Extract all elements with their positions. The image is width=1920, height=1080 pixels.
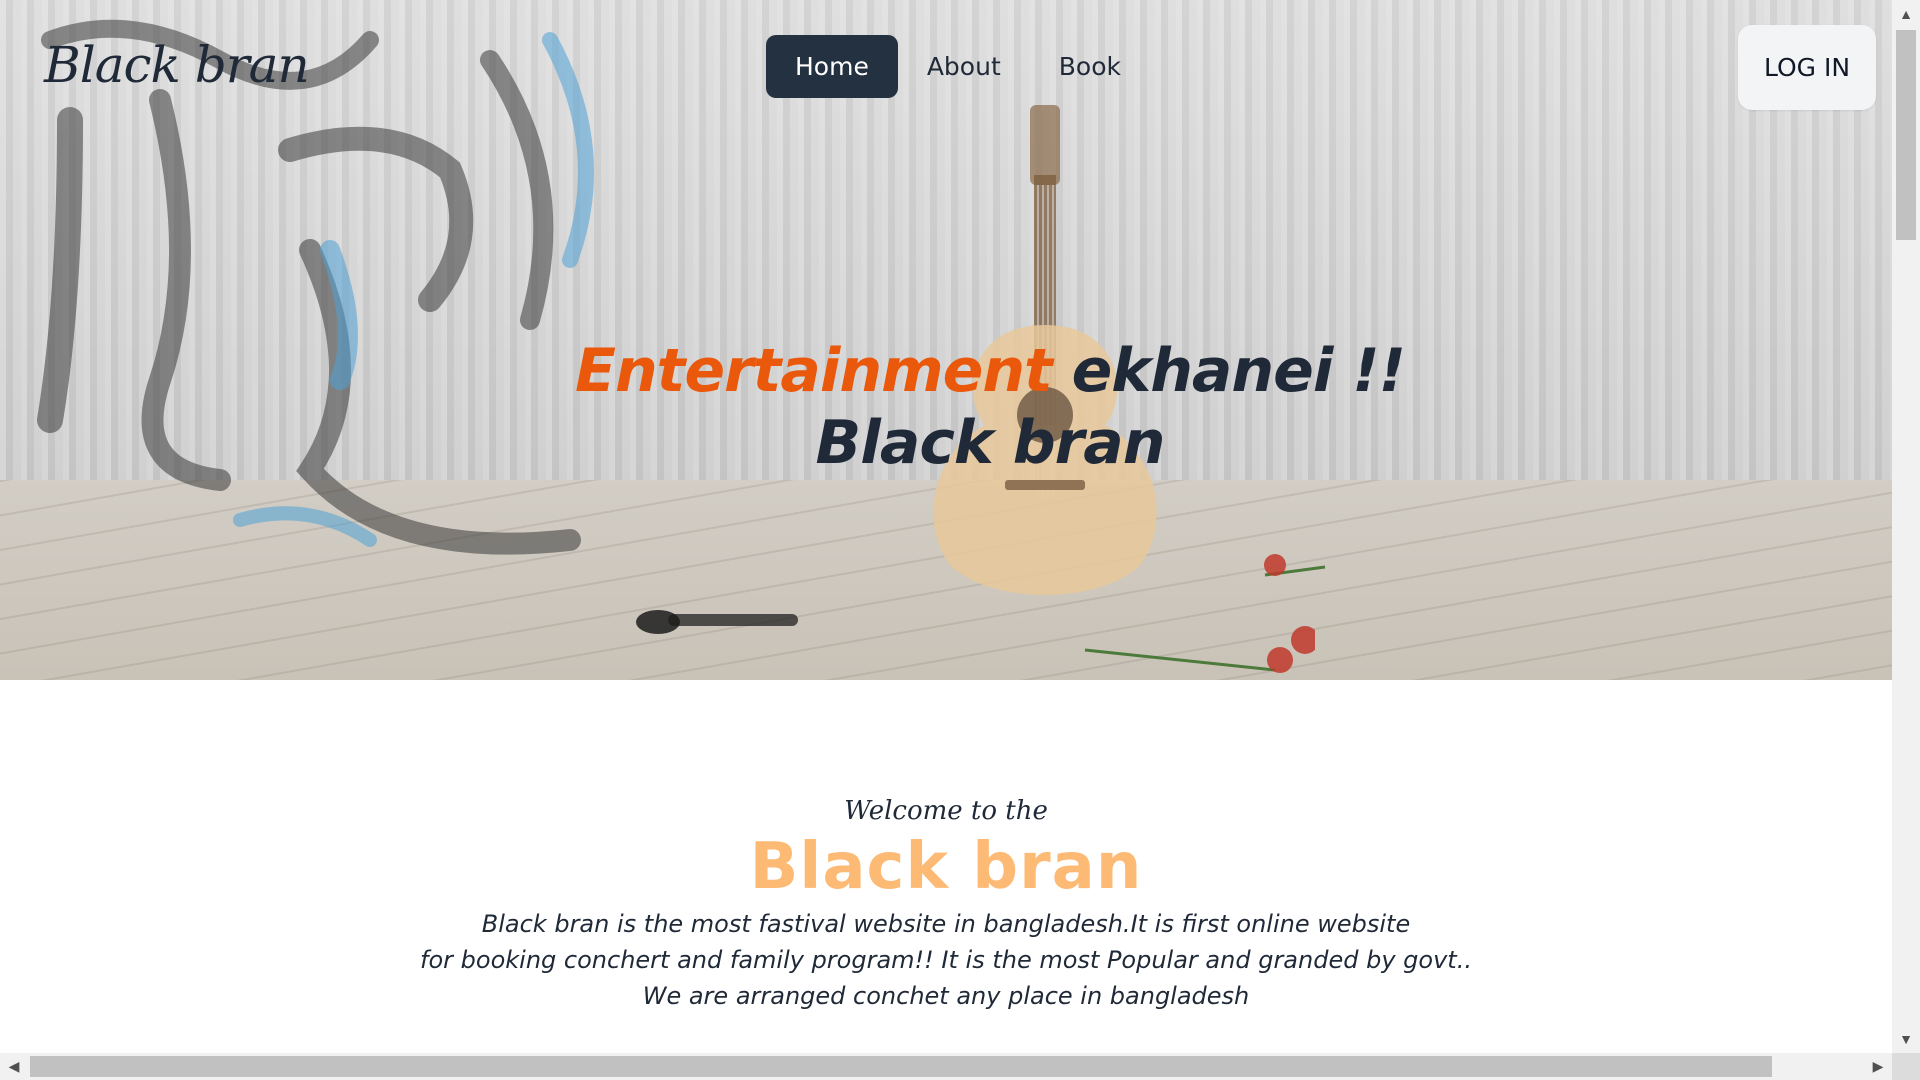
microphone-illustration bbox=[636, 610, 798, 634]
triangle-up-icon[interactable]: ▲ bbox=[1892, 0, 1920, 28]
page-viewport: Entertainment ekhanei !! Black bran Blac… bbox=[0, 0, 1892, 1053]
rose-illustration bbox=[1084, 626, 1315, 673]
welcome-description-line: Black bran is the most fastival website … bbox=[481, 910, 1411, 938]
rose-illustration bbox=[1264, 554, 1326, 577]
triangle-left-icon[interactable]: ◀ bbox=[0, 1053, 28, 1080]
login-button[interactable]: LOG IN bbox=[1738, 25, 1876, 110]
welcome-description-line: for booking conchert and family program!… bbox=[420, 946, 1472, 1010]
nav-item-home[interactable]: Home bbox=[766, 35, 898, 98]
triangle-down-icon[interactable]: ▼ bbox=[1892, 1025, 1920, 1053]
hero-headline: Entertainment ekhanei !! bbox=[400, 335, 1580, 407]
nav-item-about[interactable]: About bbox=[898, 35, 1030, 98]
vertical-scrollbar[interactable]: ▲ ▼ bbox=[1892, 0, 1920, 1053]
hero-banner: Entertainment ekhanei !! Black bran bbox=[0, 0, 1892, 680]
hero-headline-rest: ekhanei !! bbox=[1071, 336, 1406, 406]
welcome-title: Black bran bbox=[749, 830, 1143, 904]
vertical-scroll-thumb[interactable] bbox=[1896, 30, 1916, 240]
scrollbar-corner bbox=[1892, 1053, 1920, 1080]
triangle-right-icon[interactable]: ▶ bbox=[1864, 1053, 1892, 1080]
horizontal-scroll-thumb[interactable] bbox=[30, 1056, 1772, 1077]
horizontal-scrollbar[interactable]: ◀ ▶ bbox=[0, 1053, 1892, 1080]
brand-logo[interactable]: Black bran bbox=[44, 36, 310, 94]
welcome-description: Black bran is the most fastival website … bbox=[420, 906, 1472, 1014]
hero-headline-accent: Entertainment bbox=[574, 336, 1053, 406]
nav-item-book[interactable]: Book bbox=[1030, 35, 1150, 98]
welcome-subtitle: Welcome to the bbox=[844, 796, 1048, 826]
main-nav: Home About Book bbox=[766, 35, 1150, 98]
hero-headline-line2: Black bran bbox=[815, 408, 1166, 478]
